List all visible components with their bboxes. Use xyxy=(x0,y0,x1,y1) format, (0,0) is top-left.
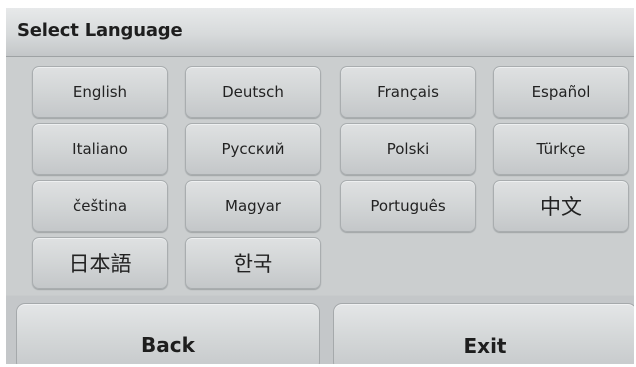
language-button-espanol[interactable]: Español xyxy=(493,66,629,118)
language-button-russian[interactable]: Русский xyxy=(185,123,321,175)
bottom-bar: Back Exit xyxy=(6,296,634,364)
language-button-cestina[interactable]: čeština xyxy=(32,180,168,232)
language-button-turkce[interactable]: Türkçe xyxy=(493,123,629,175)
language-button-italiano[interactable]: Italiano xyxy=(32,123,168,175)
language-button-magyar[interactable]: Magyar xyxy=(185,180,321,232)
back-button-label: Back xyxy=(141,333,195,357)
language-button-chinese[interactable]: 中文 xyxy=(493,180,629,232)
language-grid: English Deutsch Français Español Italian… xyxy=(6,57,634,295)
exit-button-label: Exit xyxy=(463,334,507,358)
language-button-polski[interactable]: Polski xyxy=(340,123,476,175)
language-button-korean[interactable]: 한국 xyxy=(185,237,321,289)
exit-button[interactable]: Exit xyxy=(333,303,634,364)
title-bar: Select Language xyxy=(6,8,634,57)
language-button-deutsch[interactable]: Deutsch xyxy=(185,66,321,118)
language-button-portugues[interactable]: Português xyxy=(340,180,476,232)
language-button-japanese[interactable]: 日本語 xyxy=(32,237,168,289)
back-button[interactable]: Back xyxy=(16,303,320,364)
page-title: Select Language xyxy=(17,20,183,41)
language-button-francais[interactable]: Français xyxy=(340,66,476,118)
language-button-english[interactable]: English xyxy=(32,66,168,118)
language-screen: Select Language English Deutsch Français… xyxy=(6,8,634,364)
